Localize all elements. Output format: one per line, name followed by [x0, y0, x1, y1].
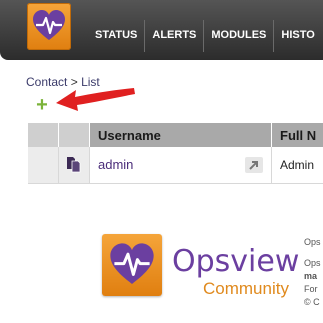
red-arrow-annotation — [56, 88, 135, 111]
documents-icon[interactable] — [65, 155, 83, 173]
arrow-up-right-icon — [249, 161, 258, 170]
username-cell: admin — [89, 147, 272, 184]
nav-alerts[interactable]: ALERTS — [145, 20, 205, 52]
table-row: admin Admin — [28, 147, 323, 184]
side-info-line: For — [304, 284, 318, 294]
brand-edition: Community — [203, 279, 289, 298]
footer-side-info: Ops Ops ma For © C — [304, 236, 323, 309]
username-link[interactable]: admin — [98, 157, 133, 172]
side-info-line: Ops — [304, 237, 321, 247]
contact-table: Username Full N admin Admin — [28, 123, 323, 184]
icon-column-header — [58, 123, 90, 147]
opsview-logo-icon[interactable] — [27, 3, 71, 50]
open-contact-button[interactable] — [245, 157, 263, 173]
username-column-header[interactable]: Username — [89, 123, 272, 147]
row-select-cell[interactable] — [28, 147, 59, 184]
add-contact-button[interactable]: + — [33, 95, 51, 115]
nav-modules[interactable]: MODULES — [204, 20, 275, 52]
nav-history[interactable]: HISTO — [274, 20, 321, 52]
brand-name: Opsview — [172, 244, 300, 279]
fullname-column-header[interactable]: Full N — [271, 123, 323, 147]
fullname-cell: Admin — [271, 147, 323, 184]
nav-status[interactable]: STATUS — [88, 20, 146, 52]
main-nav: STATUS ALERTS MODULES HISTO — [88, 20, 322, 52]
top-navigation-bar: STATUS ALERTS MODULES HISTO — [0, 0, 323, 60]
footer-logo-icon — [102, 234, 162, 296]
side-info-line: ma — [304, 271, 318, 281]
side-info-line: © C — [304, 297, 320, 307]
row-icon-cell — [58, 147, 90, 184]
select-column-header — [28, 123, 59, 147]
side-info-line: Ops — [304, 258, 321, 268]
